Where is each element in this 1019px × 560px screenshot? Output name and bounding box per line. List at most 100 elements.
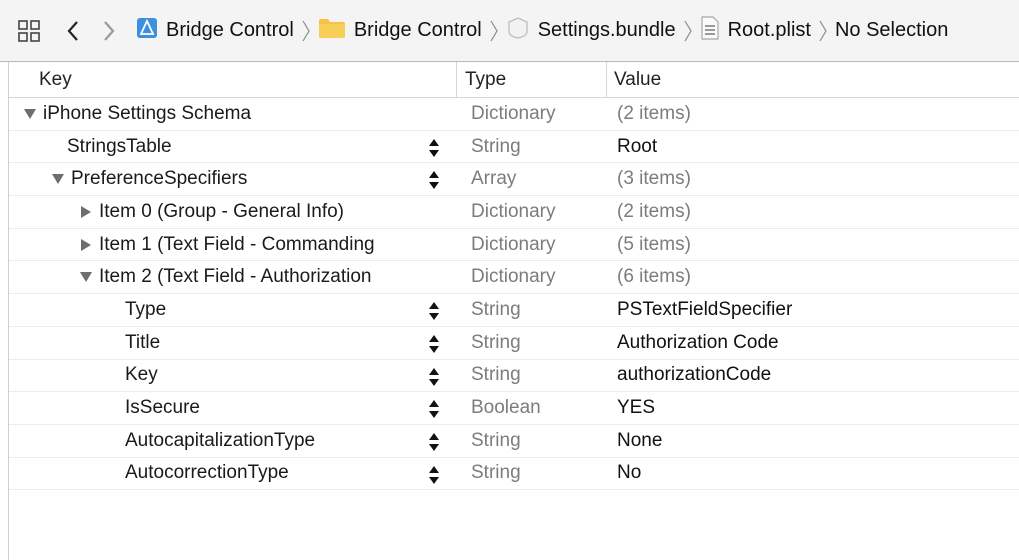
key-stepper-icon[interactable]	[427, 464, 441, 486]
key-stepper-icon[interactable]	[427, 169, 441, 191]
type-cell[interactable]: String	[467, 332, 613, 354]
key-label: IsSecure	[125, 397, 200, 419]
value-cell[interactable]: (5 items)	[613, 234, 691, 256]
plist-outline-table: Key Type Value iPhone Settings Schema Dic…	[8, 61, 1019, 560]
breadcrumb-separator-icon	[487, 18, 501, 44]
table-row[interactable]: Item 1 (Text Field - Commanding Dictionar…	[9, 229, 1019, 262]
key-label: AutocorrectionType	[125, 462, 289, 484]
key-label: Type	[125, 298, 167, 320]
type-cell[interactable]: Boolean	[467, 397, 613, 419]
type-cell[interactable]: String	[467, 364, 613, 386]
empty-table-area	[9, 490, 1019, 560]
column-header-type[interactable]: Type	[457, 61, 607, 98]
breadcrumb-bundle[interactable]: Settings.bundle	[506, 16, 676, 46]
breadcrumb-folder[interactable]: Bridge Control	[318, 17, 482, 45]
value-cell[interactable]: (2 items)	[613, 201, 691, 223]
key-cell[interactable]: Item 1 (Text Field - Commanding	[9, 229, 467, 261]
type-cell[interactable]: String	[467, 136, 613, 158]
key-stepper-icon[interactable]	[427, 398, 441, 420]
key-stepper-icon[interactable]	[427, 137, 441, 159]
table-row[interactable]: PreferenceSpecifiers Array (3 items)	[9, 163, 1019, 197]
table-row[interactable]: Item 0 (Group - General Info) Dictionary(…	[9, 196, 1019, 229]
key-label: Item 1 (Text Field - Commanding	[99, 233, 375, 255]
table-row[interactable]: Item 2 (Text Field - Authorization Dictio…	[9, 261, 1019, 295]
value-cell[interactable]: (3 items)	[613, 168, 691, 190]
related-items-grid-icon[interactable]	[18, 19, 40, 42]
breadcrumb-selection[interactable]: No Selection	[835, 19, 948, 42]
value-cell[interactable]: authorizationCode	[613, 364, 771, 386]
breadcrumb-separator-icon	[816, 18, 830, 44]
breadcrumb-label: Settings.bundle	[537, 19, 676, 41]
key-cell[interactable]: iPhone Settings Schema	[9, 98, 467, 130]
type-cell[interactable]: Dictionary	[467, 201, 613, 223]
column-header-key[interactable]: Key	[9, 61, 457, 98]
key-cell[interactable]: Item 0 (Group - General Info)	[9, 196, 467, 228]
key-stepper-icon[interactable]	[427, 300, 441, 322]
back-arrow-icon[interactable]	[62, 18, 84, 44]
table-row[interactable]: Type String PSTextFieldSpecifier	[9, 294, 1019, 327]
key-cell[interactable]: IsSecure	[9, 392, 467, 424]
type-cell[interactable]: String	[467, 430, 613, 452]
forward-arrow-icon[interactable]	[98, 18, 120, 44]
key-cell[interactable]: AutocapitalizationType	[9, 425, 467, 457]
key-cell[interactable]: AutocorrectionType	[9, 458, 467, 490]
breadcrumb-separator-icon	[681, 18, 695, 44]
jump-bar: Bridge Control Bridge Control Settings.b…	[0, 0, 1019, 62]
key-stepper-icon[interactable]	[427, 431, 441, 453]
key-cell[interactable]: Item 2 (Text Field - Authorization	[9, 261, 467, 293]
folder-icon	[318, 17, 346, 45]
table-row[interactable]: AutocapitalizationType String None	[9, 425, 1019, 458]
value-cell[interactable]: (2 items)	[613, 103, 691, 125]
value-cell[interactable]: Root	[613, 136, 657, 158]
type-cell[interactable]: Dictionary	[467, 234, 613, 256]
key-label: AutocapitalizationType	[125, 429, 316, 451]
value-cell[interactable]: (6 items)	[613, 266, 691, 288]
table-row[interactable]: Key String authorizationCode	[9, 360, 1019, 393]
value-cell[interactable]: YES	[613, 397, 655, 419]
key-label: Item 2 (Text Field - Authorization	[99, 266, 372, 288]
disclosure-collapsed-icon[interactable]	[79, 205, 93, 219]
key-stepper-icon[interactable]	[427, 366, 441, 388]
type-cell[interactable]: String	[467, 462, 613, 484]
disclosure-expanded-icon[interactable]	[79, 270, 93, 284]
app-icon	[136, 17, 158, 45]
breadcrumb-label: Root.plist	[727, 19, 811, 41]
breadcrumb-file[interactable]: Root.plist	[700, 15, 811, 46]
key-cell[interactable]: PreferenceSpecifiers	[9, 163, 467, 195]
key-label: StringsTable	[67, 135, 172, 157]
key-label: Key	[125, 364, 158, 386]
key-cell[interactable]: Title	[9, 327, 467, 359]
table-row[interactable]: IsSecure Boolean YES	[9, 392, 1019, 425]
type-cell[interactable]: Array	[467, 168, 613, 190]
key-label: iPhone Settings Schema	[43, 102, 252, 124]
key-label: Item 0 (Group - General Info)	[99, 200, 344, 222]
key-stepper-icon[interactable]	[427, 333, 441, 355]
breadcrumb-label: Bridge Control	[353, 19, 482, 41]
disclosure-expanded-icon[interactable]	[23, 107, 37, 121]
column-header-value[interactable]: Value	[607, 62, 661, 98]
key-label: Title	[125, 331, 161, 353]
key-cell[interactable]: Type	[9, 294, 467, 326]
table-header: Key Type Value	[9, 61, 1019, 98]
table-row[interactable]: Title String Authorization Code	[9, 327, 1019, 360]
table-row[interactable]: StringsTable String Root	[9, 131, 1019, 164]
value-cell[interactable]: Authorization Code	[613, 332, 779, 354]
table-row[interactable]: AutocorrectionType String No	[9, 458, 1019, 491]
breadcrumb-project[interactable]: Bridge Control	[136, 17, 294, 45]
disclosure-collapsed-icon[interactable]	[79, 238, 93, 252]
table-row[interactable]: iPhone Settings Schema Dictionary (2 items…	[9, 98, 1019, 131]
key-cell[interactable]: StringsTable	[9, 131, 467, 163]
value-cell[interactable]: No	[613, 462, 641, 484]
type-cell[interactable]: Dictionary	[467, 103, 613, 125]
key-cell[interactable]: Key	[9, 360, 467, 392]
disclosure-expanded-icon[interactable]	[51, 172, 65, 186]
type-cell[interactable]: Dictionary	[467, 266, 613, 288]
value-cell[interactable]: PSTextFieldSpecifier	[613, 299, 792, 321]
type-cell[interactable]: String	[467, 299, 613, 321]
bundle-icon	[506, 16, 530, 46]
value-cell[interactable]: None	[613, 430, 662, 452]
table-body: iPhone Settings Schema Dictionary (2 items…	[9, 98, 1019, 491]
breadcrumb-separator-icon	[299, 18, 313, 44]
plist-file-icon	[700, 15, 720, 46]
breadcrumb-label: Bridge Control	[166, 19, 294, 41]
